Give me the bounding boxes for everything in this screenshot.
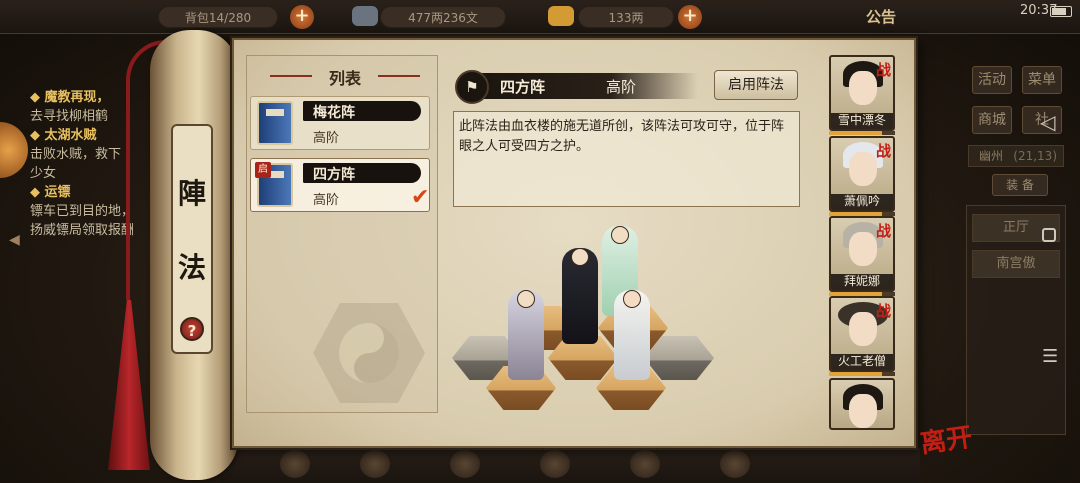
detail-formation-grade: 高阶 [606, 78, 637, 96]
party-member[interactable]: 战 拜妮娜 [829, 216, 895, 292]
formation-grade: 高阶 [313, 193, 340, 208]
bag-tab[interactable]: 装 备 [992, 174, 1048, 196]
announcement-button[interactable]: 公告 [866, 6, 896, 27]
copper-amount: 477两236文 [380, 6, 506, 28]
map-icon[interactable] [720, 450, 750, 478]
skills-icon[interactable] [360, 450, 390, 478]
formation-name: 梅花阵 [313, 105, 355, 121]
hero-sprite[interactable] [614, 290, 650, 380]
location-coords: (21,13) [1013, 149, 1057, 163]
member-name: 萧佩吟 [843, 194, 880, 208]
member-hp-bar [829, 372, 895, 376]
party-member[interactable] [829, 378, 895, 430]
manual-book-icon [257, 101, 293, 145]
scroll-title-char: 法 [177, 251, 206, 284]
battle-tag: 战 [875, 61, 891, 79]
list-title: 列表 [270, 65, 420, 89]
formation-icon[interactable] [450, 450, 480, 478]
hero-sprite[interactable] [562, 248, 598, 344]
bag-capacity: 背包14/280 [158, 6, 278, 28]
battle-tag: 战 [875, 302, 891, 320]
backpack-icon[interactable] [280, 450, 310, 478]
formation-item-meihua[interactable]: 梅花阵 高阶 [250, 96, 430, 150]
formation-description: 此阵法由血衣楼的施无道所创，该阵法可攻可守，位于阵眼之人可受四方之护。 [459, 119, 785, 154]
copper-icon [352, 6, 378, 26]
formation-item-sifang[interactable]: 启 四方阵 高阶 ✔ [250, 158, 430, 212]
menu-button[interactable]: 菜单 [1022, 66, 1062, 94]
activity-button[interactable]: 活动 [972, 66, 1012, 94]
battery-icon [1050, 6, 1072, 17]
leave-button[interactable]: 离开 [918, 417, 975, 461]
battle-tag: 战 [875, 142, 891, 160]
nav-back-icon[interactable]: ◁ [1040, 110, 1055, 134]
silver-add-button[interactable]: + [678, 5, 702, 29]
martial-arts-icon[interactable] [540, 450, 570, 478]
scroll-title-char: 陣 [177, 177, 206, 210]
checkmark-icon: ✔ [411, 185, 430, 210]
nav-home-icon[interactable] [1042, 228, 1056, 242]
flag-icon: ⚑ [455, 70, 489, 104]
member-name: 拜妮娜 [843, 274, 880, 288]
collapse-arrow-icon[interactable]: ◀ [9, 232, 20, 248]
battle-tag: 战 [875, 222, 891, 240]
nav-menu-icon[interactable]: ☰ [1042, 346, 1058, 367]
enabled-badge: 启 [255, 162, 271, 178]
location-display: 幽州 (21,13) [968, 145, 1064, 167]
member-name: 火工老僧 [837, 354, 886, 368]
taiji-watermark-icon [313, 303, 425, 403]
hero-sprite[interactable] [508, 290, 544, 380]
member-name: 雪中漂冬 [837, 113, 886, 127]
bag-add-button[interactable]: + [290, 5, 314, 29]
nearby-item[interactable]: 南宫傲 [972, 250, 1060, 278]
bottom-action-bar [220, 448, 920, 483]
shop-button[interactable]: 商城 [972, 106, 1012, 134]
detail-formation-name: 四方阵 [500, 78, 546, 96]
member-hp-bar [829, 131, 895, 135]
help-button[interactable]: ? [180, 317, 204, 341]
journal-icon[interactable] [630, 450, 660, 478]
party-member[interactable]: 战 火工老僧 [829, 296, 895, 372]
enable-formation-button[interactable]: 启用阵法 [714, 70, 798, 100]
silver-ingot-icon [548, 6, 574, 26]
party-member[interactable]: 战 萧佩吟 [829, 136, 895, 212]
silver-amount: 133两 [578, 6, 674, 28]
formation-grade: 高阶 [313, 131, 340, 146]
party-member[interactable]: 战 雪中漂冬 [829, 55, 895, 131]
top-status-bar: 背包14/280 + 477两236文 133两 + 公告 20:37 [0, 0, 1080, 34]
formation-name: 四方阵 [313, 167, 355, 183]
location-name: 幽州 [979, 149, 1004, 163]
